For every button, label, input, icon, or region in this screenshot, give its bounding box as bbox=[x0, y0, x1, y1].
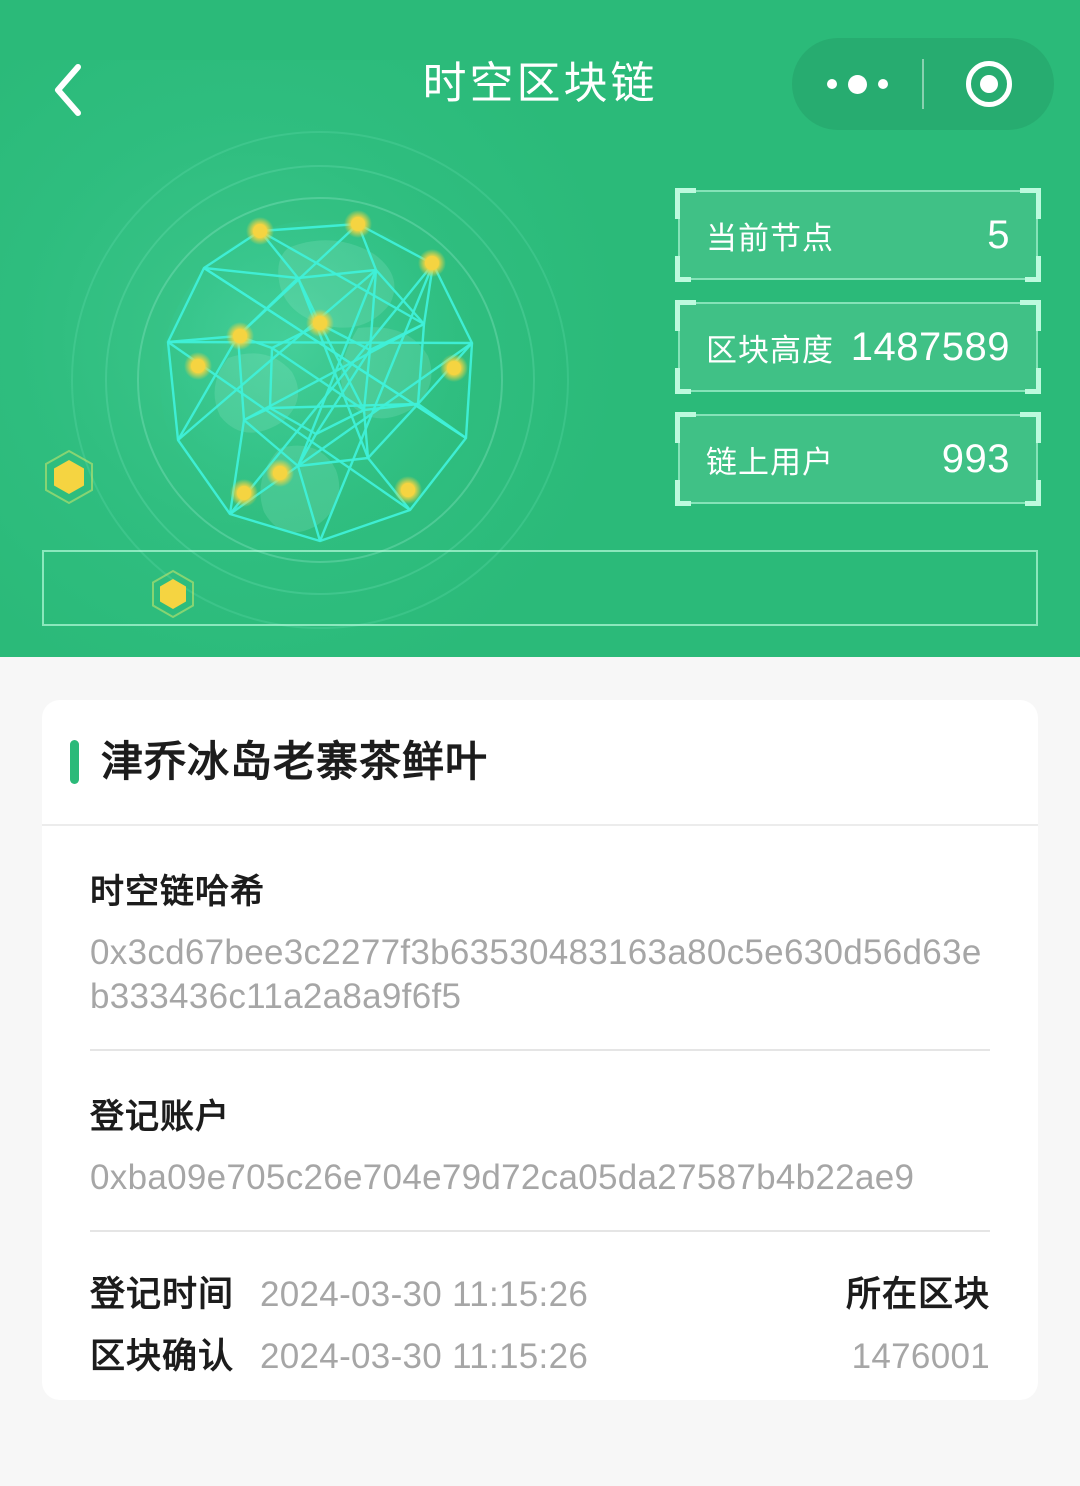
stat-label: 链上用户 bbox=[706, 444, 834, 480]
target-circle-icon bbox=[966, 61, 1012, 107]
meta-value: 2024-03-30 11:15:26 bbox=[260, 1337, 589, 1376]
app-screen: 当前节点 5 区块高度 1487589 链上用户 993 时空区块链 津乔冰岛老… bbox=[0, 0, 1080, 1486]
chain-stats-group: 当前节点 5 区块高度 1487589 链上用户 993 bbox=[675, 188, 1041, 506]
traceability-info-card: 津乔冰岛老寨茶鲜叶 时空链哈希 0x3cd67bee3c2277f3b63530… bbox=[42, 700, 1038, 1400]
meta-row-registration-time: 登记时间 2024-03-30 11:15:26 所在区块 bbox=[90, 1266, 990, 1328]
meta-right-value: 1476001 bbox=[851, 1337, 990, 1376]
stat-label: 区块高度 bbox=[706, 332, 834, 368]
field-chain-hash: 时空链哈希 0x3cd67bee3c2277f3b63530483163a80c… bbox=[42, 826, 1038, 1019]
meta-key: 区块确认 bbox=[90, 1337, 235, 1376]
card-title-row: 津乔冰岛老寨茶鲜叶 bbox=[42, 700, 1038, 826]
meta-value: 2024-03-30 11:15:26 bbox=[260, 1275, 589, 1314]
field-value[interactable]: 0xba09e705c26e704e79d72ca05da27587b4b22a… bbox=[90, 1156, 990, 1200]
corner-bracket-bottom-left bbox=[675, 480, 691, 506]
meta-right-key: 所在区块 bbox=[845, 1275, 990, 1314]
stat-card-chain-users[interactable]: 链上用户 993 bbox=[675, 412, 1041, 506]
more-menu-button[interactable] bbox=[792, 38, 922, 130]
field-label: 登记账户 bbox=[90, 1098, 230, 1136]
field-registration-account: 登记账户 0xba09e705c26e704e79d72ca05da27587b… bbox=[42, 1051, 1038, 1200]
stat-value: 993 bbox=[941, 436, 1010, 481]
meta-rows: 登记时间 2024-03-30 11:15:26 所在区块 区块确认 2024-… bbox=[42, 1232, 1038, 1390]
stat-value: 1487589 bbox=[850, 324, 1010, 369]
close-miniprogram-button[interactable] bbox=[924, 38, 1054, 130]
stat-card-current-node[interactable]: 当前节点 5 bbox=[675, 188, 1041, 282]
field-label: 时空链哈希 bbox=[90, 873, 265, 911]
corner-bracket-bottom-right bbox=[1025, 368, 1041, 394]
meta-row-block-confirmation: 区块确认 2024-03-30 11:15:26 1476001 bbox=[90, 1328, 990, 1390]
stat-value: 5 bbox=[987, 212, 1010, 257]
corner-bracket-bottom-left bbox=[675, 256, 691, 282]
more-dots-icon bbox=[826, 74, 888, 94]
meta-key: 登记时间 bbox=[90, 1275, 235, 1314]
navigation-bar: 时空区块链 bbox=[0, 0, 1080, 170]
corner-bracket-bottom-right bbox=[1025, 480, 1041, 506]
field-value[interactable]: 0x3cd67bee3c2277f3b63530483163a80c5e630d… bbox=[90, 931, 990, 1019]
product-title: 津乔冰岛老寨茶鲜叶 bbox=[101, 738, 489, 785]
hero-bottom-panel bbox=[42, 550, 1038, 626]
hero-section: 当前节点 5 区块高度 1487589 链上用户 993 时空区块链 bbox=[0, 0, 1080, 657]
hexagon-node-marker bbox=[149, 568, 197, 625]
wechat-capsule-menu[interactable] bbox=[792, 38, 1054, 130]
hexagon-node-marker bbox=[42, 448, 96, 506]
corner-bracket-bottom-left bbox=[675, 368, 691, 394]
title-accent-bar bbox=[70, 740, 79, 784]
stat-card-block-height[interactable]: 区块高度 1487589 bbox=[675, 300, 1041, 394]
stat-label: 当前节点 bbox=[706, 220, 834, 256]
corner-bracket-bottom-right bbox=[1025, 256, 1041, 282]
